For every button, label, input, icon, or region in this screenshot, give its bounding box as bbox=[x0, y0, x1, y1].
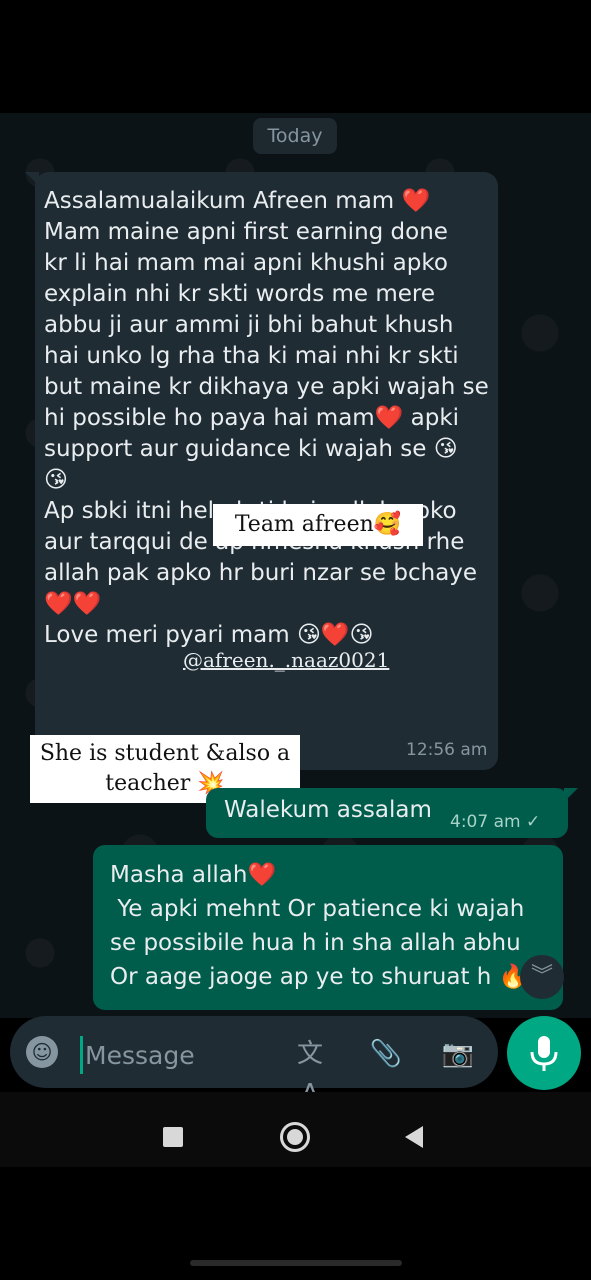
gesture-handle[interactable] bbox=[190, 1260, 402, 1266]
message-input[interactable] bbox=[80, 1036, 277, 1074]
translate-icon[interactable]: 文A bbox=[290, 1034, 330, 1109]
chevron-down-icon: ︾ bbox=[530, 964, 553, 989]
outgoing-message-text: Walekum assalam bbox=[224, 797, 432, 823]
team-label-overlay: Team afreen🥰 bbox=[213, 504, 423, 546]
outgoing-message-text: Masha allah❤️ Ye apki mehnt Or patience … bbox=[110, 862, 528, 990]
incoming-message-time: 12:56 am bbox=[406, 740, 488, 760]
camera-icon[interactable]: 📷 bbox=[438, 1034, 478, 1074]
handle-overlay: @afreen._.naaz0021 bbox=[183, 648, 390, 672]
outgoing-message-time: 4:07 am ✓ bbox=[450, 812, 541, 832]
emoji-icon[interactable]: ☺ bbox=[26, 1036, 58, 1068]
back-icon[interactable] bbox=[405, 1126, 423, 1148]
recents-icon[interactable] bbox=[163, 1127, 183, 1147]
date-separator: Today bbox=[253, 118, 337, 154]
scroll-down-button[interactable]: ︾ bbox=[520, 955, 564, 999]
mic-icon bbox=[530, 1036, 558, 1071]
attach-icon[interactable]: 📎 bbox=[366, 1034, 406, 1074]
mic-button[interactable] bbox=[507, 1016, 581, 1090]
incoming-message-text: Assalamualaikum Afreen mam ❤️ Mam maine … bbox=[44, 188, 489, 648]
home-icon[interactable] bbox=[280, 1122, 310, 1152]
